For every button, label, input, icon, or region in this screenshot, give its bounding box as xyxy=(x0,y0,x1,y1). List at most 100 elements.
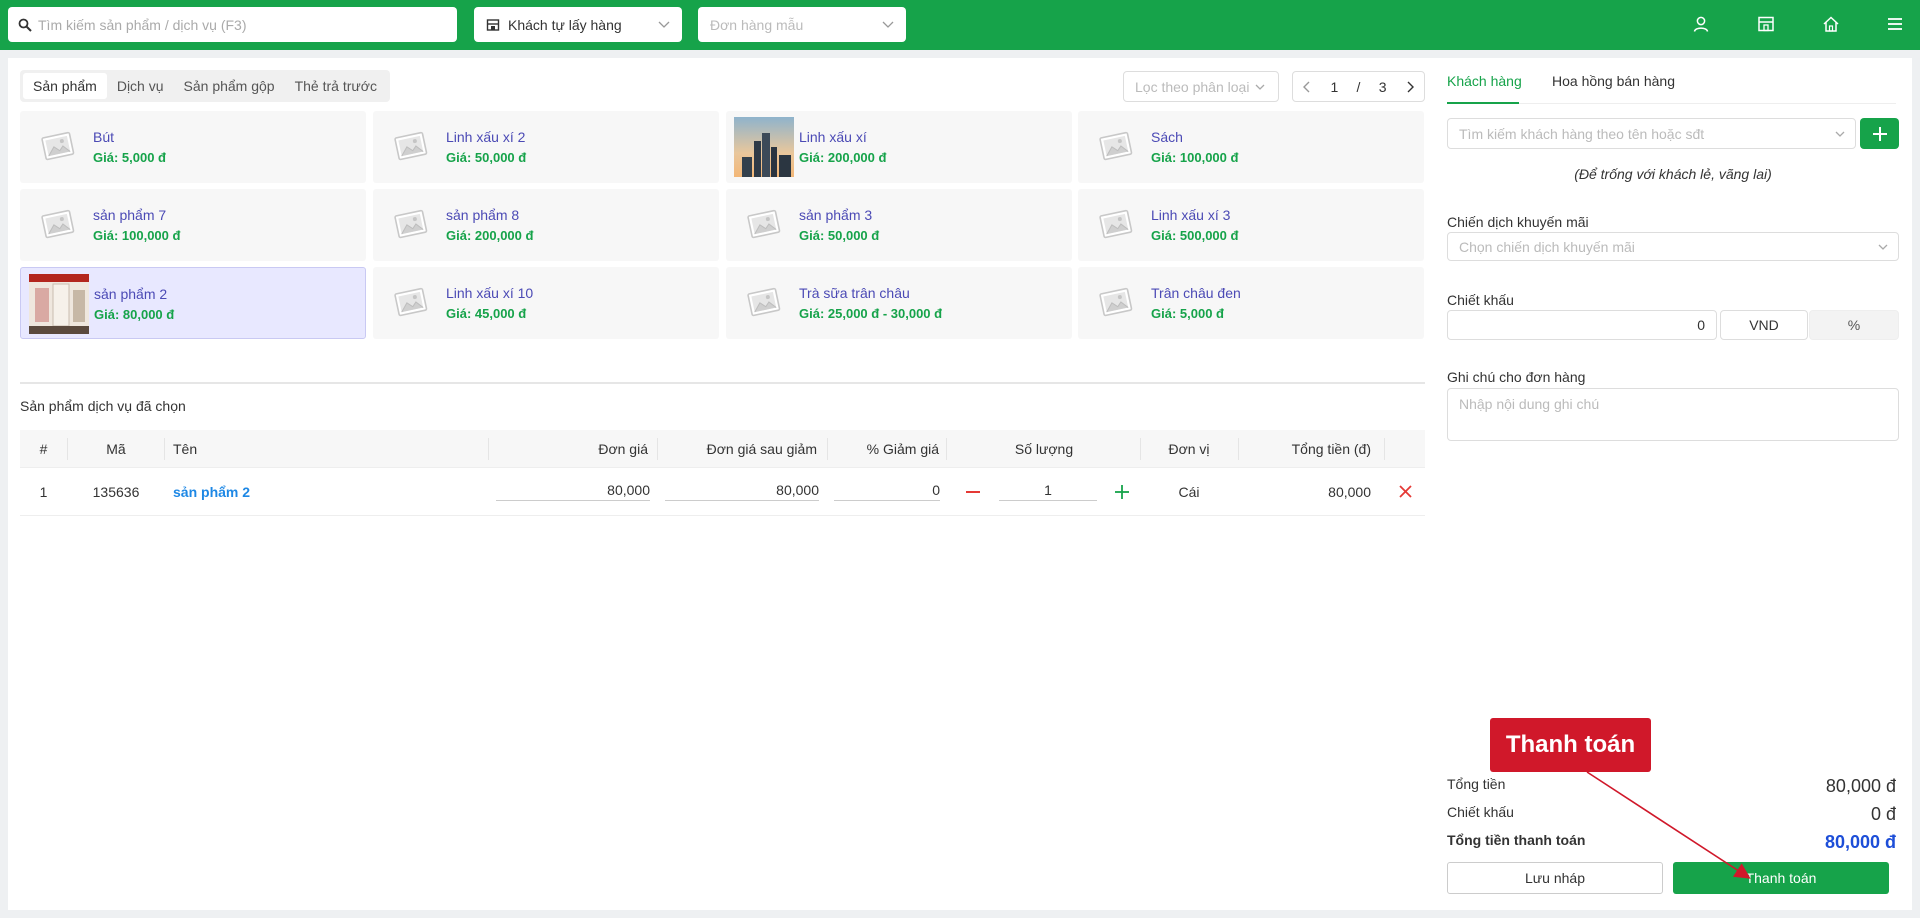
decrease-quantity-button[interactable] xyxy=(965,468,981,515)
product-card[interactable]: Linh xấu xí 2 Giá: 50,000 đ xyxy=(373,111,719,183)
order-note-textarea[interactable]: Nhập nội dung ghi chú xyxy=(1447,388,1899,441)
discounted-price-input[interactable]: 80,000 xyxy=(665,468,819,515)
delivery-select-value: Khách tự lấy hàng xyxy=(508,16,622,33)
template-order-placeholder: Đơn hàng mẫu xyxy=(710,16,804,33)
catalog-panel: Sản phẩm Dịch vụ Sản phẩm gộp Thẻ trả tr… xyxy=(8,58,1439,910)
promotion-select[interactable]: Chọn chiến dịch khuyến mãi xyxy=(1447,232,1899,261)
plus-icon xyxy=(1115,484,1129,499)
increase-quantity-button[interactable] xyxy=(1114,468,1130,515)
discount-unit-percent-button[interactable]: % xyxy=(1809,310,1899,340)
discount-input[interactable]: 0 xyxy=(1447,310,1717,340)
product-name: Linh xấu xí xyxy=(799,129,867,145)
col-quantity: Số lượng xyxy=(1014,440,1074,457)
product-card[interactable]: sản phẩm 7 Giá: 100,000 đ xyxy=(20,189,366,261)
order-panel-tabs: Khách hàng Hoa hồng bán hàng xyxy=(1447,58,1896,104)
chevron-left-icon[interactable] xyxy=(1302,81,1312,93)
product-name: Trà sữa trân châu xyxy=(799,285,910,301)
product-card[interactable]: Linh xấu xí 10 Giá: 45,000 đ xyxy=(373,267,719,339)
product-search-input[interactable]: Tìm kiếm sản phẩm / dịch vụ (F3) xyxy=(8,7,457,42)
tab-bundles[interactable]: Sản phẩm gộp xyxy=(174,73,285,99)
product-card[interactable]: sản phẩm 2 Giá: 80,000 đ xyxy=(20,267,366,339)
tab-customer[interactable]: Khách hàng xyxy=(1447,73,1522,89)
product-card[interactable]: Linh xấu xí 3 Giá: 500,000 đ xyxy=(1078,189,1424,261)
row-code: 135636 xyxy=(92,483,140,500)
row-total: 80,000 xyxy=(1328,483,1371,500)
customer-search-input[interactable]: Tìm kiếm khách hàng theo tên hoặc sđt xyxy=(1447,118,1856,149)
chevron-right-icon[interactable] xyxy=(1405,81,1415,93)
product-thumbnail xyxy=(381,117,441,177)
table-row: 1 135636 sản phẩm 2 80,000 80,000 0 1 Cá… xyxy=(20,468,1425,516)
col-total: Tổng tiền (đ) xyxy=(1291,440,1371,457)
user-icon[interactable] xyxy=(1689,12,1713,36)
product-thumbnail xyxy=(381,195,441,255)
image-placeholder-icon xyxy=(394,209,428,239)
total-label: Tổng tiền xyxy=(1447,776,1506,792)
add-customer-button[interactable] xyxy=(1860,118,1899,149)
discount-value: 0 xyxy=(1697,317,1705,333)
promotion-label: Chiến dịch khuyến mãi xyxy=(1447,214,1589,230)
product-card[interactable]: sản phẩm 8 Giá: 200,000 đ xyxy=(373,189,719,261)
chevron-down-icon xyxy=(1255,84,1265,90)
tab-prepaid-cards[interactable]: Thẻ trả trước xyxy=(285,73,387,99)
catalog-tabs: Sản phẩm Dịch vụ Sản phẩm gộp Thẻ trả tr… xyxy=(20,70,390,102)
image-placeholder-icon xyxy=(394,287,428,317)
tab-sales-commission[interactable]: Hoa hồng bán hàng xyxy=(1552,73,1675,89)
image-placeholder-icon xyxy=(394,131,428,161)
template-order-select[interactable]: Đơn hàng mẫu xyxy=(698,7,906,42)
tab-services[interactable]: Dịch vụ xyxy=(107,73,174,99)
category-filter-select[interactable]: Lọc theo phân loại xyxy=(1123,71,1279,102)
selected-items-table: # Mã Tên Đơn giá Đơn giá sau giảm % Giảm… xyxy=(20,430,1425,516)
product-image xyxy=(734,117,794,177)
total-value: 80,000 đ xyxy=(1825,776,1896,796)
page-total: 3 xyxy=(1378,78,1387,95)
customer-search-placeholder: Tìm kiếm khách hàng theo tên hoặc sđt xyxy=(1459,125,1705,142)
page-current[interactable]: 1 xyxy=(1330,79,1338,95)
product-thumbnail xyxy=(1086,117,1146,177)
remove-item-button[interactable] xyxy=(1399,468,1412,515)
product-card[interactable]: Trà sữa trân châu Giá: 25,000 đ - 30,000 … xyxy=(726,267,1072,339)
quantity-input[interactable]: 1 xyxy=(999,468,1097,515)
summary-discount-label: Chiết khấu xyxy=(1447,804,1514,820)
product-name: Sách xyxy=(1151,129,1183,145)
row-product-link[interactable]: sản phẩm 2 xyxy=(173,468,250,515)
col-unit-price: Đơn giá xyxy=(598,440,648,457)
checkout-button[interactable]: Thanh toán xyxy=(1673,862,1889,894)
unit-price-value: 80,000 xyxy=(496,482,650,501)
col-index: # xyxy=(39,440,48,457)
chevron-down-icon xyxy=(658,21,670,28)
product-card[interactable]: Linh xấu xí Giá: 200,000 đ xyxy=(726,111,1072,183)
walkin-hint: (Để trống với khách lẻ, vãng lai) xyxy=(1574,166,1772,182)
unit-price-input[interactable]: 80,000 xyxy=(496,468,650,515)
product-thumbnail xyxy=(734,195,794,255)
row-index: 1 xyxy=(39,483,48,500)
image-placeholder-icon xyxy=(747,287,781,317)
product-card[interactable]: Trân châu đen Giá: 5,000 đ xyxy=(1078,267,1424,339)
store-icon[interactable] xyxy=(1754,12,1778,36)
tab-products[interactable]: Sản phẩm xyxy=(23,73,107,99)
discount-percent-input[interactable]: 0 xyxy=(834,468,940,515)
payable-value: 80,000 đ xyxy=(1824,832,1896,852)
discount-unit-vnd-button[interactable]: VND xyxy=(1720,310,1808,340)
product-price: Giá: 25,000 đ - 30,000 đ xyxy=(799,306,943,321)
product-card[interactable]: sản phẩm 3 Giá: 50,000 đ xyxy=(726,189,1072,261)
promotion-placeholder: Chọn chiến dịch khuyến mãi xyxy=(1459,238,1635,255)
product-thumbnail xyxy=(29,274,89,334)
product-price: Giá: 50,000 đ xyxy=(446,150,527,165)
discount-unit-vnd-label: VND xyxy=(1749,317,1779,333)
order-note-placeholder: Nhập nội dung ghi chú xyxy=(1459,396,1600,412)
page-separator: / xyxy=(1356,78,1361,95)
menu-icon[interactable] xyxy=(1883,12,1907,36)
quantity-value: 1 xyxy=(999,482,1097,501)
product-card[interactable]: Sách Giá: 100,000 đ xyxy=(1078,111,1424,183)
chevron-down-icon xyxy=(1835,131,1845,137)
delivery-select[interactable]: Khách tự lấy hàng xyxy=(474,7,682,42)
image-placeholder-icon xyxy=(1099,131,1133,161)
image-placeholder-icon xyxy=(747,209,781,239)
product-card[interactable]: Bút Giá: 5,000 đ xyxy=(20,111,366,183)
product-thumbnail xyxy=(381,273,441,333)
product-search-placeholder: Tìm kiếm sản phẩm / dịch vụ (F3) xyxy=(38,16,247,33)
home-icon[interactable] xyxy=(1819,12,1843,36)
save-draft-button[interactable]: Lưu nháp xyxy=(1447,862,1663,894)
product-thumbnail xyxy=(1086,273,1146,333)
row-unit: Cái xyxy=(1178,483,1200,500)
